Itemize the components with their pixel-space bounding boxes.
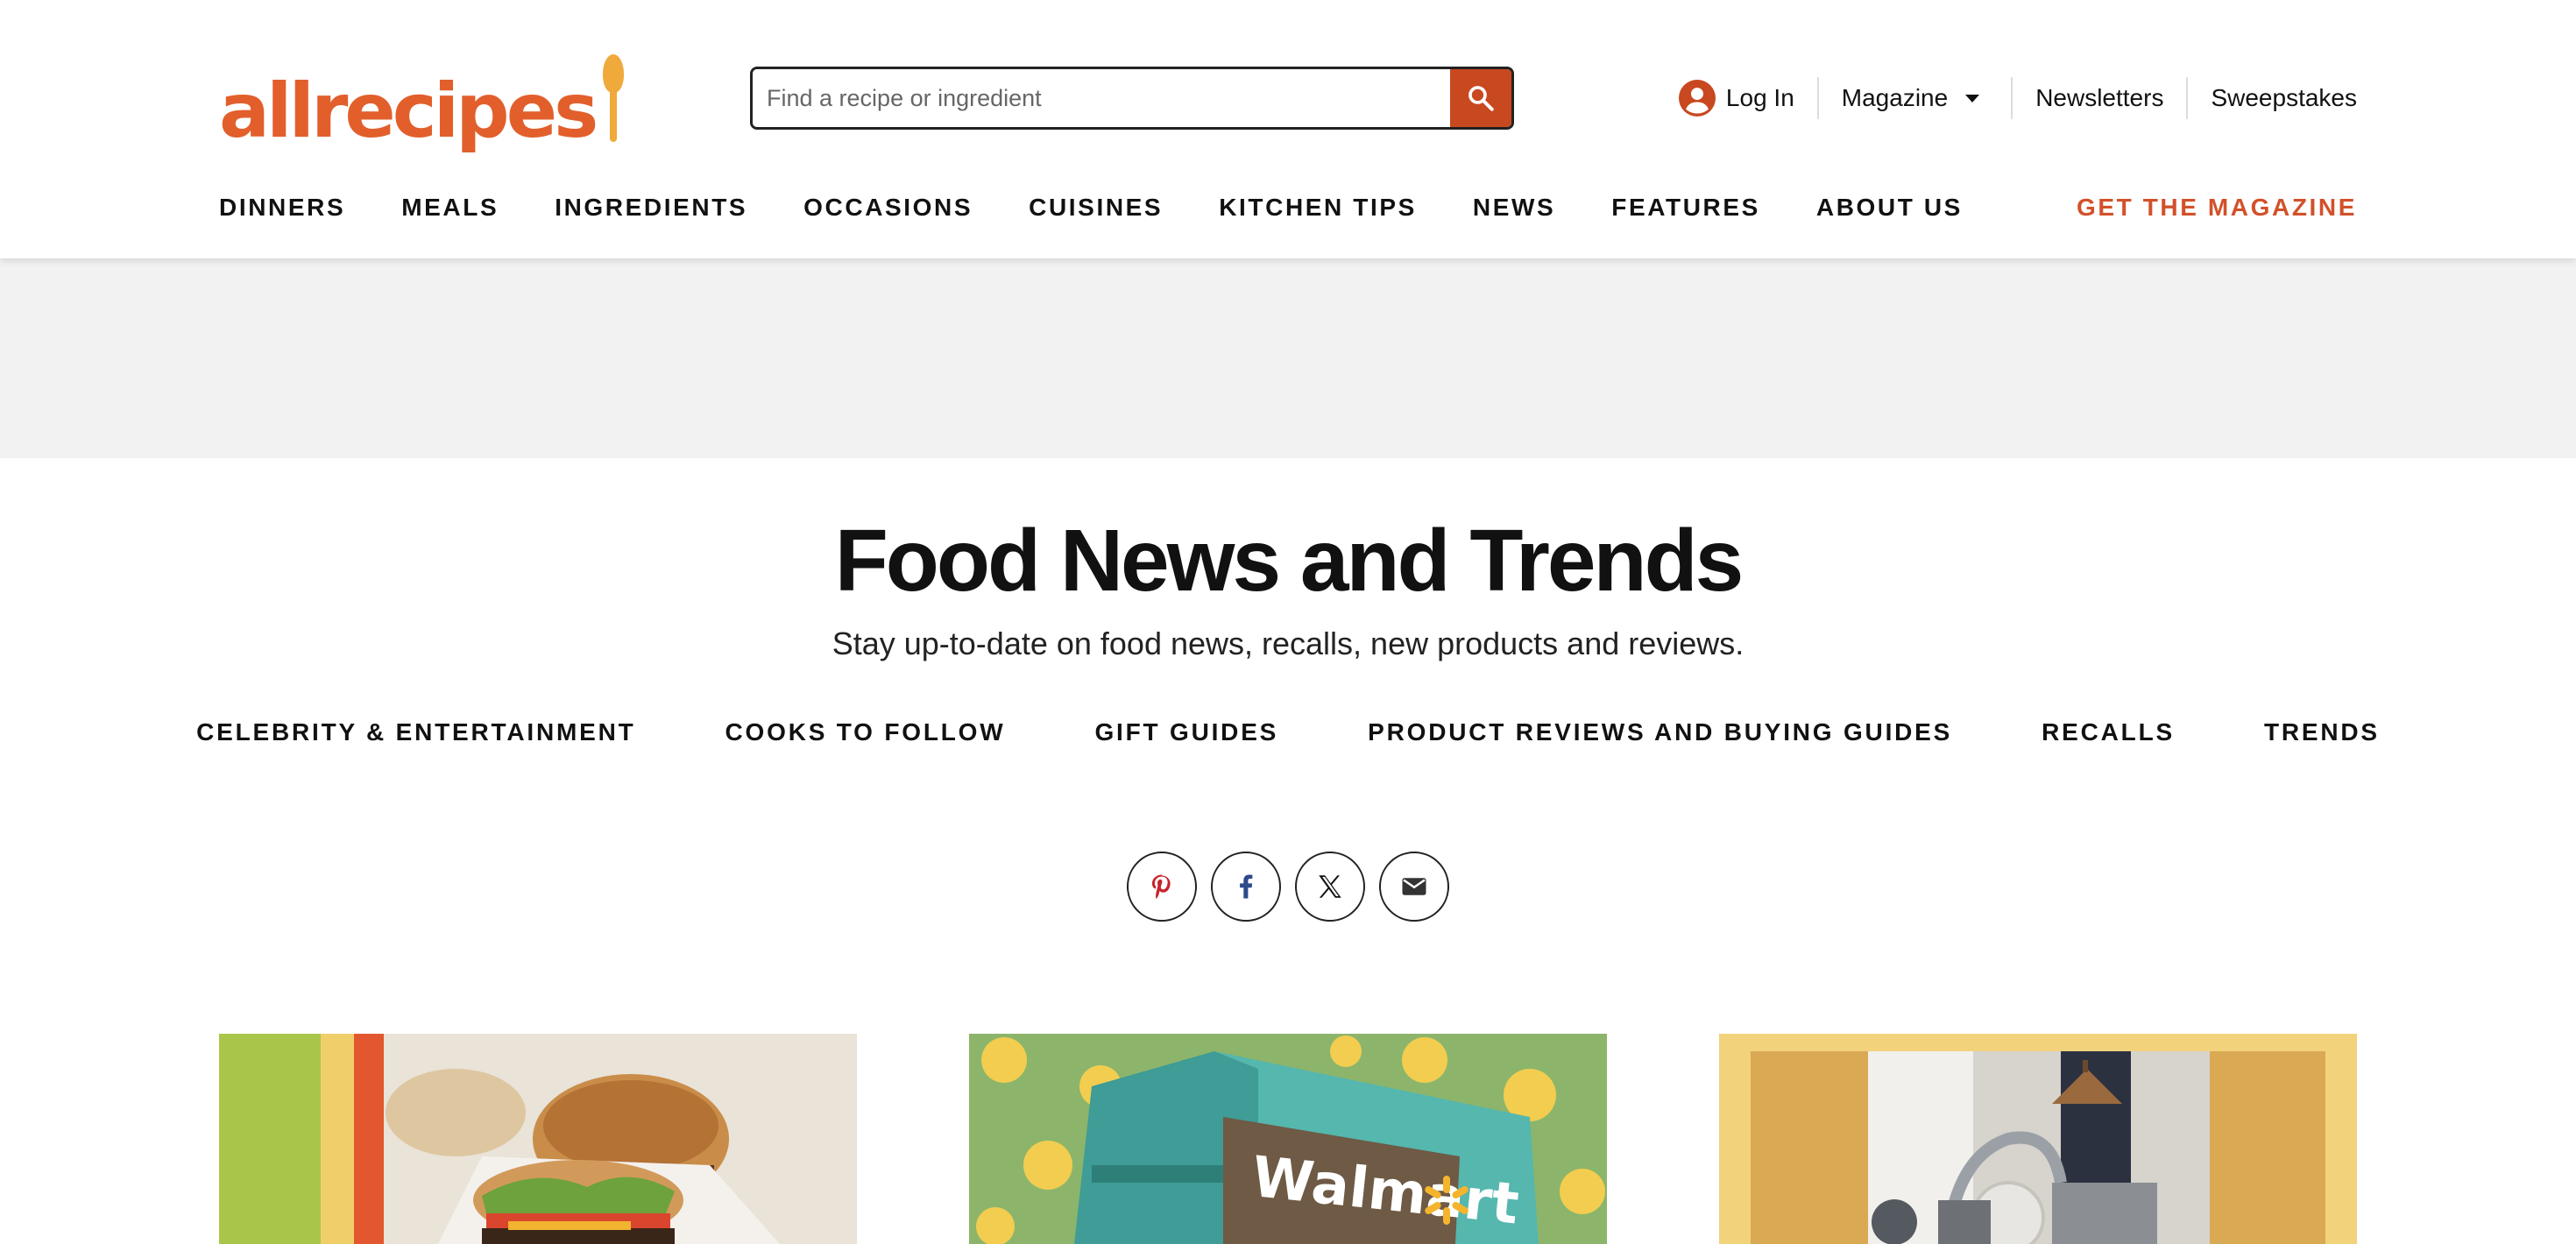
user-account-icon <box>1678 80 1716 117</box>
magazine-label: Magazine <box>1841 84 1949 111</box>
nav-item-about-us[interactable]: ABOUT US <box>1816 194 1963 222</box>
topic-celebrity-entertainment[interactable]: CELEBRITY & ENTERTAINMENT <box>196 718 635 746</box>
search-input[interactable] <box>753 69 1450 127</box>
main-nav: DINNERS MEALS INGREDIENTS OCCASIONS CUIS… <box>219 186 2357 230</box>
article-card[interactable] <box>219 1034 857 1244</box>
nav-item-features[interactable]: FEATURES <box>1611 194 1760 222</box>
search-bar <box>750 67 1514 130</box>
email-icon <box>1402 878 1426 895</box>
login-link[interactable]: Log In <box>1678 77 1817 119</box>
walmart-store-photo: Walmart <box>969 1034 1607 1244</box>
topic-trends[interactable]: TRENDS <box>2264 718 2380 746</box>
burger-photo <box>219 1034 857 1244</box>
topic-nav: CELEBRITY & ENTERTAINMENT COOKS TO FOLLO… <box>0 718 2576 746</box>
newsletters-link[interactable]: Newsletters <box>2013 77 2186 119</box>
facebook-icon <box>1240 874 1253 899</box>
nav-item-meals[interactable]: MEALS <box>401 194 499 222</box>
caret-down-icon <box>1965 94 1980 102</box>
nav-item-cuisines[interactable]: CUISINES <box>1029 194 1163 222</box>
spoon-icon <box>600 54 626 142</box>
article-card[interactable]: Walmart <box>969 1034 1607 1244</box>
nav-item-occasions[interactable]: OCCASIONS <box>803 194 973 222</box>
nav-item-news[interactable]: NEWS <box>1473 194 1555 222</box>
search-icon <box>1468 86 1494 111</box>
page-subtitle: Stay up-to-date on food news, recalls, n… <box>832 626 1744 661</box>
x-icon <box>1319 875 1341 898</box>
kitchen-sink-photo <box>1719 1034 2357 1244</box>
article-card[interactable] <box>1719 1034 2357 1244</box>
share-email-button[interactable] <box>1379 852 1449 922</box>
share-x-button[interactable] <box>1295 852 1365 922</box>
page-title: Food News and Trends <box>834 512 1744 610</box>
article-cards: Walmart <box>219 1034 2357 1244</box>
share-facebook-button[interactable] <box>1211 852 1281 922</box>
pinterest-icon <box>1151 874 1171 899</box>
site-header: allrecipes Log In Magazine N <box>0 0 2576 258</box>
topic-recalls[interactable]: RECALLS <box>2042 718 2175 746</box>
topic-cooks-to-follow[interactable]: COOKS TO FOLLOW <box>725 718 1006 746</box>
utility-nav: Log In Magazine Newsletters Sweepstakes <box>1678 70 2357 126</box>
get-the-magazine-link[interactable]: GET THE MAGAZINE <box>2077 194 2357 222</box>
sweepstakes-link[interactable]: Sweepstakes <box>2188 77 2357 119</box>
magazine-dropdown[interactable]: Magazine <box>1819 77 2002 119</box>
ad-placeholder <box>0 258 2576 458</box>
nav-item-dinners[interactable]: DINNERS <box>219 194 345 222</box>
topic-gift-guides[interactable]: GIFT GUIDES <box>1094 718 1278 746</box>
login-label: Log In <box>1725 84 1794 111</box>
search-button[interactable] <box>1450 69 1511 127</box>
share-buttons <box>0 852 2576 922</box>
topic-product-reviews[interactable]: PRODUCT REVIEWS AND BUYING GUIDES <box>1368 718 1952 746</box>
logo-wordmark: allrecipes <box>219 67 598 155</box>
nav-item-ingredients[interactable]: INGREDIENTS <box>555 194 747 222</box>
nav-item-kitchen-tips[interactable]: KITCHEN TIPS <box>1219 194 1417 222</box>
share-pinterest-button[interactable] <box>1127 852 1197 922</box>
allrecipes-logo[interactable]: allrecipes <box>219 48 626 149</box>
